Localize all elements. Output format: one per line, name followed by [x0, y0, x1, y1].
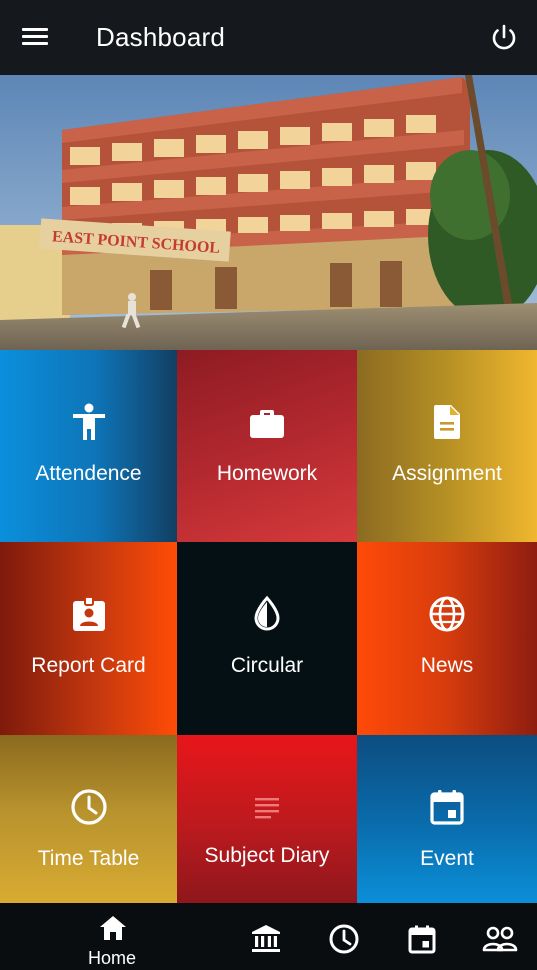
- tile-report-card[interactable]: Report Card: [0, 542, 177, 735]
- tile-subject-diary[interactable]: Subject Diary: [177, 735, 357, 903]
- tile-label: Assignment: [392, 462, 502, 485]
- tile-label: Circular: [230, 654, 304, 677]
- tile-homework[interactable]: Homework: [177, 350, 357, 542]
- drop-icon: [254, 595, 280, 631]
- tile-assignment[interactable]: Assignment: [357, 350, 537, 542]
- people-icon: [482, 926, 518, 952]
- calendar-icon: [430, 790, 464, 825]
- tile-label: News: [420, 654, 474, 677]
- tile-event[interactable]: Event: [357, 735, 537, 903]
- tile-label: Report Card: [31, 654, 146, 677]
- tile-label: Event: [420, 847, 474, 870]
- briefcase-icon: [250, 410, 284, 438]
- nav-bank[interactable]: [248, 903, 284, 970]
- tile-circular[interactable]: Circular: [177, 542, 357, 735]
- person-icon: [72, 403, 105, 440]
- tile-label: Subject Diary: [204, 844, 330, 867]
- nav-people[interactable]: [480, 903, 520, 970]
- dashboard-grid: Attendence Homework Assignment Report Ca…: [0, 350, 537, 903]
- bottom-navigation: Home: [0, 903, 537, 970]
- nav-home[interactable]: Home: [72, 903, 152, 970]
- power-icon[interactable]: [486, 20, 522, 56]
- menu-icon[interactable]: [16, 20, 56, 54]
- globe-icon: [429, 596, 465, 632]
- document-icon: [434, 405, 460, 439]
- tile-label: Homework: [216, 462, 318, 485]
- top-app-bar: Dashboard: [0, 0, 537, 75]
- tile-label: Time Table: [37, 847, 140, 870]
- tile-attendence[interactable]: Attendence: [0, 350, 177, 542]
- badge-icon: [72, 596, 105, 631]
- home-icon: [100, 916, 126, 940]
- tile-time-table[interactable]: Time Table: [0, 735, 177, 903]
- nav-calendar[interactable]: [404, 903, 440, 970]
- tile-news[interactable]: News: [357, 542, 537, 735]
- tile-label: Attendence: [35, 462, 142, 485]
- clock-icon: [329, 924, 359, 954]
- nav-clock[interactable]: [326, 903, 362, 970]
- page-title: Dashboard: [96, 22, 225, 52]
- calendar-icon: [408, 925, 436, 954]
- nav-home-label: Home: [87, 948, 136, 968]
- clock-icon: [70, 789, 107, 825]
- bank-icon: [252, 925, 280, 952]
- notes-icon: [255, 798, 279, 819]
- school-banner-image: EAST POINT SCHOOL: [0, 75, 537, 350]
